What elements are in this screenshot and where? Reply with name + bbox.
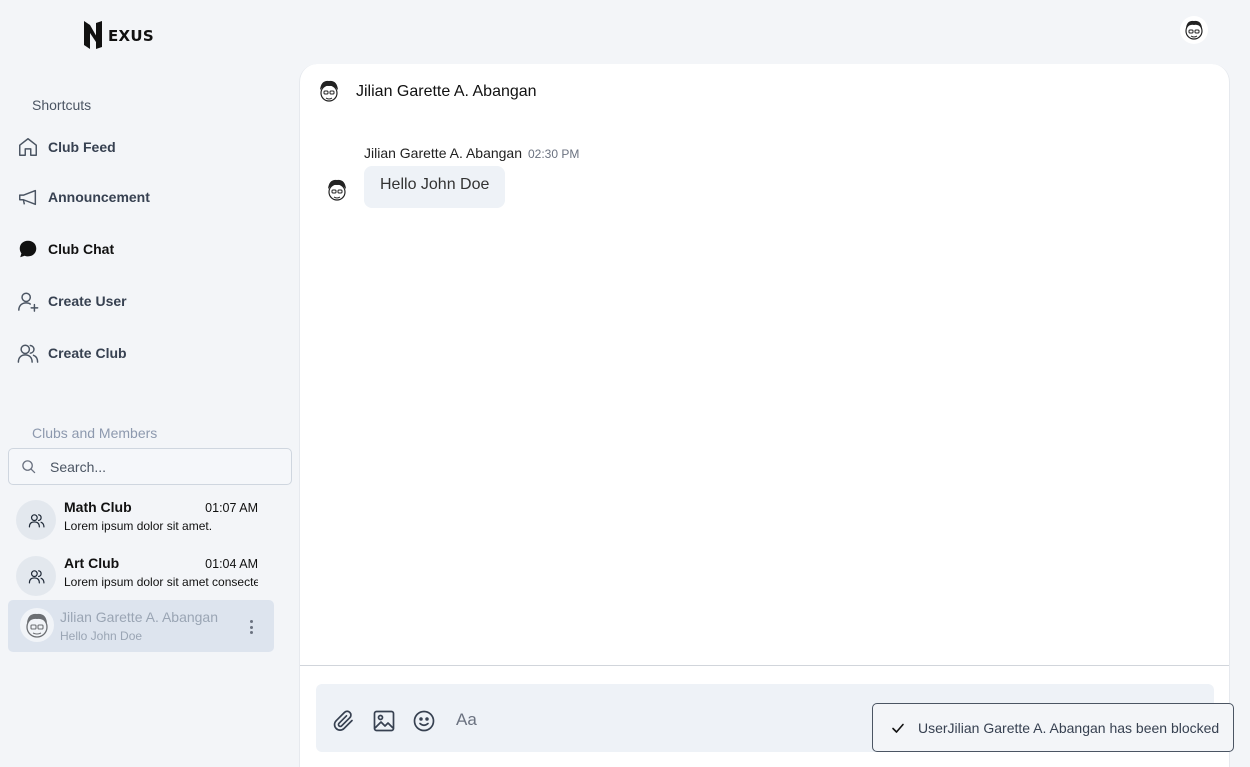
chat-bubble-icon: [16, 237, 40, 261]
check-icon: [892, 723, 904, 733]
logo-text: EXUS: [108, 27, 154, 45]
attach-file-button[interactable]: [332, 709, 356, 733]
chat-header-avatar[interactable]: [315, 77, 343, 105]
shortcuts-heading: Shortcuts: [32, 97, 92, 113]
chat-header-title: Jilian Garette A. Abangan: [356, 83, 537, 100]
app-logo[interactable]: EXUS: [82, 18, 154, 52]
search-input[interactable]: [50, 458, 270, 475]
conversation-name: Math Club: [64, 499, 132, 515]
nav-label: Create Club: [48, 345, 127, 361]
conversation-art-club[interactable]: Art Club 01:04 AM Lorem ipsum dolor sit …: [8, 552, 274, 604]
megaphone-icon: [16, 185, 40, 209]
clubs-members-heading: Clubs and Members: [32, 425, 158, 441]
nav-label: Announcement: [48, 189, 150, 205]
nav-announcement[interactable]: Announcement: [16, 183, 150, 211]
nav-label: Club Feed: [48, 139, 116, 155]
conversation-preview: Lorem ipsum dolor sit amet.: [64, 519, 213, 533]
more-vertical-icon[interactable]: [244, 618, 258, 636]
group-avatar: [16, 556, 56, 596]
avatar: [20, 608, 54, 642]
nav-label: Create User: [48, 293, 127, 309]
nav-club-feed[interactable]: Club Feed: [16, 133, 116, 161]
conversation-math-club[interactable]: Math Club 01:07 AM Lorem ipsum dolor sit…: [8, 496, 274, 548]
search-icon: [22, 460, 36, 474]
conversation-time: 01:07 AM: [205, 501, 258, 515]
users-icon: [28, 569, 45, 583]
conversation-preview: Hello John Doe: [60, 629, 143, 643]
chat-panel: Jilian Garette A. Abangan Jilian Garette…: [299, 64, 1230, 767]
users-icon: [28, 513, 45, 527]
nav-label: Club Chat: [48, 241, 115, 257]
message-avatar: [324, 176, 350, 204]
smiley-icon: [413, 710, 435, 732]
conversation-jilian[interactable]: Jilian Garette A. Abangan Hello John Doe: [8, 600, 274, 652]
composer-divider: [300, 665, 1229, 666]
conversation-time: 01:04 AM: [205, 557, 258, 571]
message-time: 02:30 PM: [528, 147, 580, 161]
paperclip-icon: [333, 710, 353, 731]
current-user-avatar[interactable]: [1180, 16, 1208, 44]
message-sender: Jilian Garette A. Abangan: [364, 145, 522, 161]
home-icon: [16, 135, 40, 159]
group-avatar: [16, 500, 56, 540]
conversation-preview: Lorem ipsum dolor sit amet consectetur: [64, 575, 258, 589]
toast-message: UserJilian Garette A. Abangan has been b…: [918, 719, 1220, 736]
users-icon: [16, 341, 40, 365]
message-bubble: Hello John Doe: [364, 166, 506, 208]
emoji-button[interactable]: [412, 709, 436, 733]
conversation-name: Jilian Garette A. Abangan: [60, 609, 218, 625]
toast-notification: UserJilian Garette A. Abangan has been b…: [872, 703, 1234, 752]
search-field[interactable]: [8, 448, 292, 485]
nav-club-chat[interactable]: Club Chat: [16, 235, 114, 263]
message-meta: Jilian Garette A. Abangan 02:30 PM: [364, 145, 579, 161]
conversation-name: Art Club: [64, 555, 120, 571]
nav-create-club[interactable]: Create Club: [16, 339, 127, 367]
user-plus-icon: [16, 289, 40, 313]
message-input[interactable]: Aa: [456, 710, 477, 730]
nav-create-user[interactable]: Create User: [16, 287, 127, 315]
logo-mark-icon: [84, 21, 102, 49]
image-icon: [373, 710, 395, 732]
attach-image-button[interactable]: [372, 709, 396, 733]
